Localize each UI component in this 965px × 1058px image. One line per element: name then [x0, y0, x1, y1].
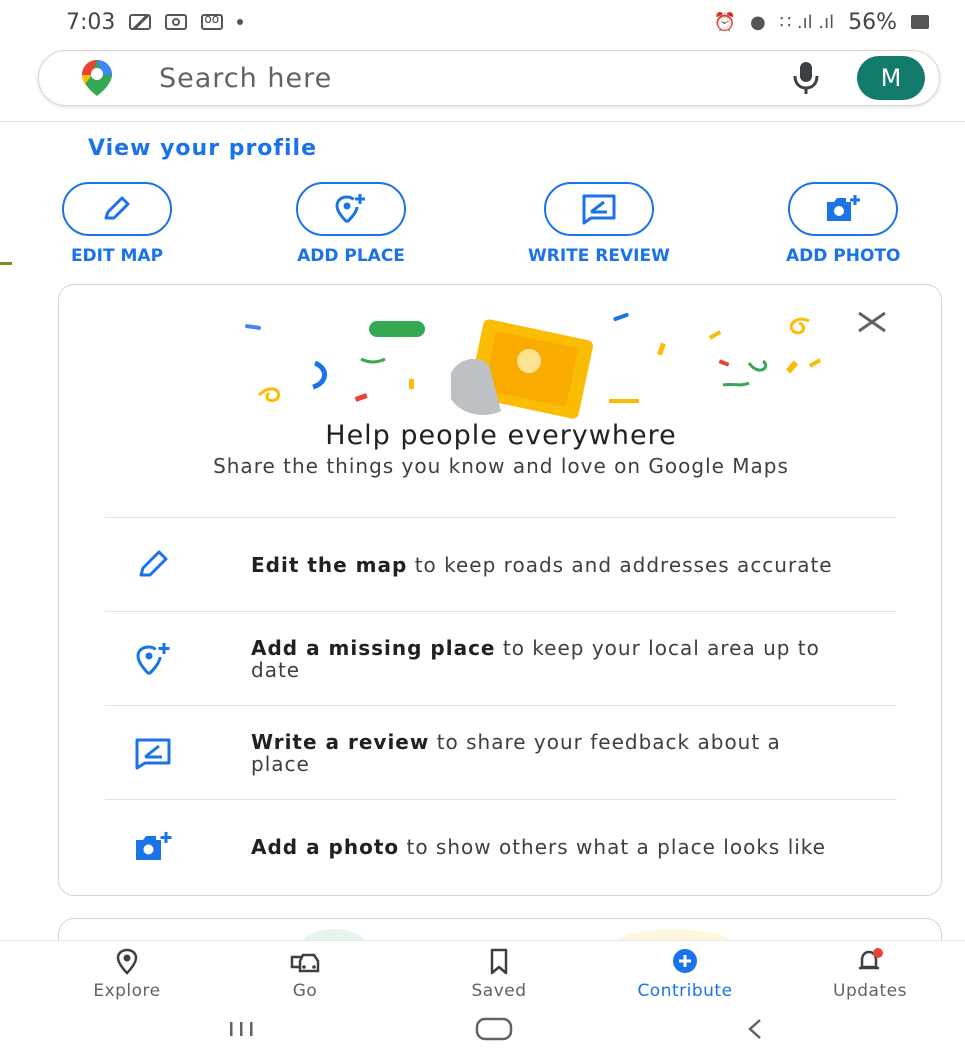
maps-contribute-screen: 7:03 ⏰ ● ∷ .ıl .ıl 56% Search here — [0, 0, 965, 1058]
signal-icon: ∷ .ıl .ıl — [779, 11, 835, 33]
nav-go-label: Go — [292, 981, 318, 1001]
more-notifications-dot-icon — [237, 19, 244, 25]
nav-updates[interactable]: Updates — [805, 947, 935, 1001]
explore-pin-icon — [116, 948, 138, 975]
add-photo-button[interactable]: ADD PHOTO — [786, 182, 900, 266]
google-maps-logo-icon — [82, 60, 112, 96]
search-bar[interactable]: Search here M — [38, 50, 940, 106]
card-subtitle: Share the things you know and love on Go… — [213, 454, 789, 478]
nav-go[interactable]: Go — [240, 947, 370, 1001]
add-place-label: ADD PLACE — [297, 246, 405, 266]
edit-map-row-bold: Edit the map — [251, 552, 408, 577]
home-icon[interactable] — [474, 1014, 514, 1044]
nav-contribute-label: Contribute — [637, 981, 733, 1001]
pencil-icon — [139, 550, 168, 576]
add-photo-circle[interactable] — [788, 182, 899, 236]
status-time: 7:03 — [66, 9, 116, 35]
battery-icon — [911, 15, 929, 29]
add-place-button[interactable]: ADD PLACE — [296, 182, 406, 266]
add-place-circle[interactable] — [296, 182, 406, 236]
edit-map-button[interactable]: EDIT MAP — [62, 182, 172, 266]
edit-map-row-text: Edit the map to keep roads and addresses… — [251, 554, 841, 576]
add-photo-icon — [136, 831, 172, 860]
gallery-notification-icon — [129, 14, 152, 30]
nav-explore-label: Explore — [93, 981, 161, 1001]
add-place-row-bold: Add a missing place — [251, 635, 496, 660]
plus-circle-icon — [673, 949, 697, 973]
bell-icon — [859, 948, 883, 970]
header-divider — [0, 121, 965, 122]
card-title: Help people everywhere — [325, 420, 677, 451]
close-icon[interactable] — [855, 305, 889, 339]
location-icon: ● — [750, 11, 766, 33]
review-icon — [135, 738, 171, 769]
nav-saved[interactable]: Saved — [434, 947, 564, 1001]
add-place-icon — [335, 194, 365, 224]
write-review-label: WRITE REVIEW — [528, 246, 670, 266]
add-photo-icon — [827, 195, 861, 221]
search-input[interactable]: Search here — [159, 63, 791, 94]
add-place-row-text: Add a missing place to keep your local a… — [251, 637, 841, 681]
write-review-row[interactable]: Write a review to share your feedback ab… — [105, 705, 897, 799]
add-photo-row[interactable]: Add a photo to show others what a place … — [105, 799, 897, 893]
pencil-icon — [104, 196, 130, 220]
add-photo-label: ADD PHOTO — [786, 246, 901, 266]
add-place-icon — [136, 642, 170, 675]
write-review-row-text: Write a review to share your feedback ab… — [251, 731, 841, 775]
nav-updates-label: Updates — [833, 981, 907, 1001]
account-avatar[interactable]: M — [857, 56, 925, 100]
quick-actions: EDIT MAP ADD PLACE WRITE REVIEW ADD PHOT… — [0, 182, 965, 272]
edge-accent — [0, 262, 12, 265]
car-icon — [290, 953, 320, 973]
edit-map-circle[interactable] — [62, 182, 172, 236]
status-bar: 7:03 ⏰ ● ∷ .ıl .ıl 56% — [0, 0, 965, 44]
edit-map-row-rest: to keep roads and addresses accurate — [407, 552, 833, 577]
nav-contribute[interactable]: Contribute — [620, 947, 750, 1001]
system-navigation — [0, 1004, 965, 1058]
edit-map-row[interactable]: Edit the map to keep roads and addresses… — [105, 517, 897, 611]
recent-apps-icon[interactable] — [222, 1014, 262, 1044]
camera-notification-icon — [165, 14, 188, 30]
bookmark-icon — [490, 948, 508, 975]
edit-map-label: EDIT MAP — [70, 246, 164, 266]
write-review-button[interactable]: WRITE REVIEW — [528, 182, 670, 266]
status-right: ⏰ ● ∷ .ıl .ıl 56% — [714, 10, 929, 35]
add-photo-row-rest: to show others what a place looks like — [399, 834, 826, 859]
add-photo-row-text: Add a photo to show others what a place … — [251, 836, 841, 858]
back-icon[interactable] — [736, 1014, 776, 1044]
voicemail-notification-icon — [201, 12, 224, 30]
alarm-icon: ⏰ — [713, 11, 737, 33]
bottom-navigation: Explore Go Saved Contribute Updates — [0, 940, 965, 1002]
write-review-row-bold: Write a review — [251, 729, 430, 754]
write-review-circle[interactable] — [543, 182, 654, 236]
add-photo-row-bold: Add a photo — [251, 834, 400, 859]
microphone-icon[interactable] — [791, 60, 821, 96]
view-profile-link[interactable]: View your profile — [88, 136, 317, 161]
add-place-row[interactable]: Add a missing place to keep your local a… — [105, 611, 897, 705]
contribute-info-card: Help people everywhere Share the things … — [58, 284, 942, 896]
review-icon — [582, 194, 616, 225]
status-left: 7:03 — [66, 9, 244, 35]
battery-percent: 56% — [848, 9, 897, 35]
nav-explore[interactable]: Explore — [62, 947, 192, 1001]
nav-saved-label: Saved — [471, 981, 527, 1001]
